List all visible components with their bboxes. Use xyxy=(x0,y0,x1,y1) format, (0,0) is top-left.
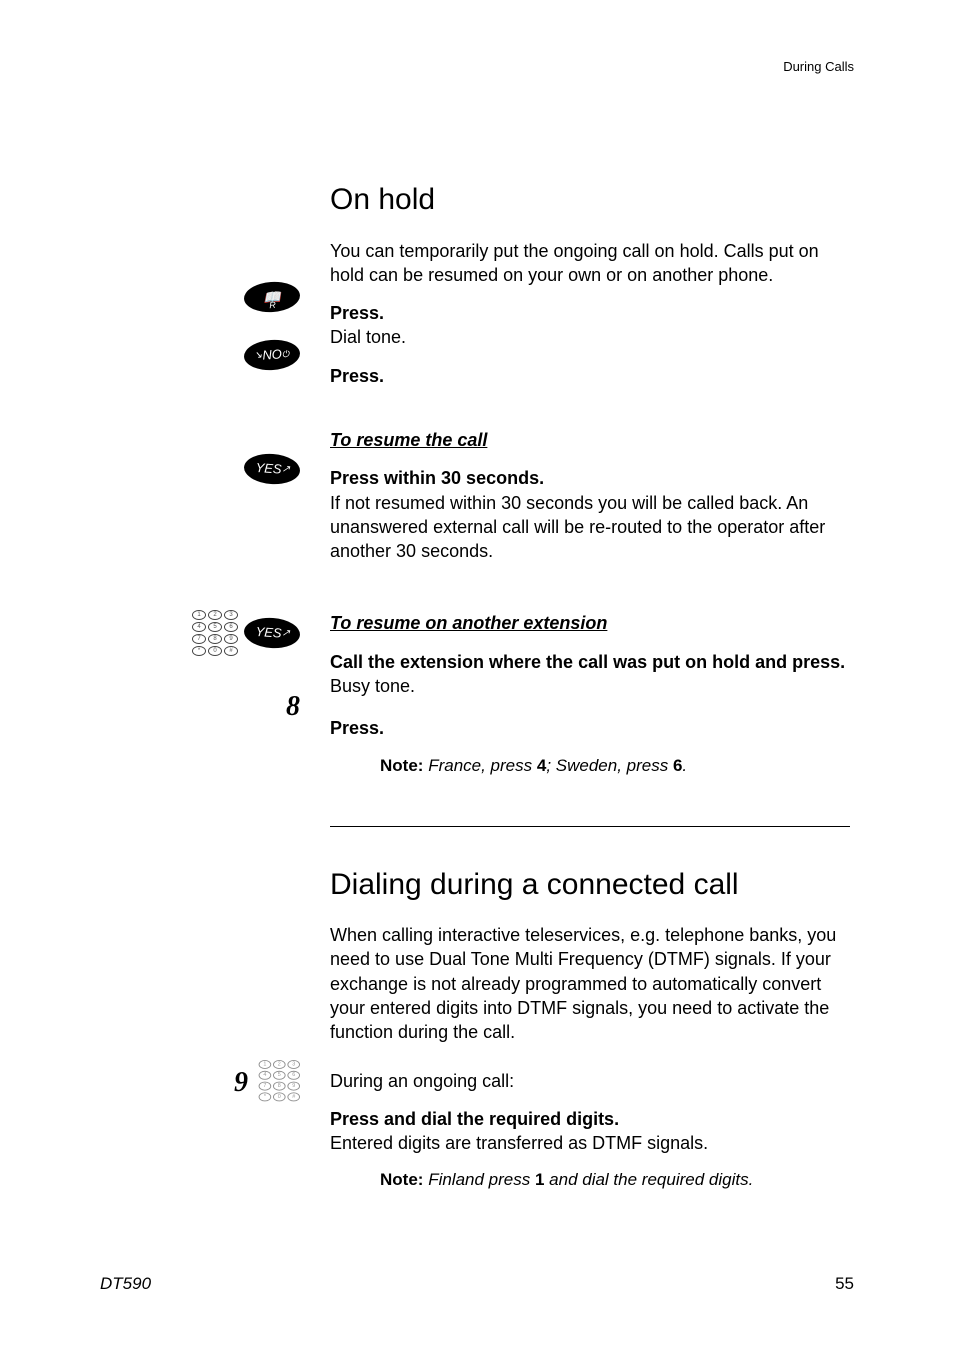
note-dialing: Note: Finland press 1 and dial the requi… xyxy=(380,1169,850,1192)
yes-button-icon: YES↗ xyxy=(100,454,300,484)
keypad-icon: 123 456 789 *0# xyxy=(259,1060,300,1101)
section-divider xyxy=(330,826,850,827)
resume-other-step1-text: Busy tone. xyxy=(330,674,850,698)
resume-text: If not resumed within 30 seconds you wil… xyxy=(330,491,850,564)
digit-8-icon: 8 xyxy=(100,688,300,726)
header-section: During Calls xyxy=(783,58,854,76)
main-content: On hold You can temporarily put the ongo… xyxy=(330,180,850,1192)
resume-other-step1-bold: Call the extension where the call was pu… xyxy=(330,650,850,674)
on-hold-intro: You can temporarily put the ongoing call… xyxy=(330,239,850,288)
note-resume-other: Note: France, press 4; Sweden, press 6. xyxy=(380,755,850,778)
r-button-icon: 📖R xyxy=(100,282,300,312)
dialing-during: During an ongoing call: xyxy=(330,1069,850,1093)
dialing-text: Entered digits are transferred as DTMF s… xyxy=(330,1131,850,1155)
subhead-resume-call: To resume the call xyxy=(330,428,850,452)
keypad-yes-icon: 123 456 789 *0# YES↗ xyxy=(100,610,300,656)
no-button-icon: ↘NO⏻ xyxy=(100,340,300,370)
digit-9-keypad-icon: 9 123 456 789 *0# xyxy=(100,1060,300,1106)
resume-bold: Press within 30 seconds. xyxy=(330,466,850,490)
footer-model: DT590 xyxy=(100,1273,151,1296)
keypad-icon: 123 456 789 *0# xyxy=(192,610,238,656)
resume-other-step2-bold: Press. xyxy=(330,716,850,740)
step-press-2: Press. xyxy=(330,364,850,388)
step-press-1-text: Dial tone. xyxy=(330,325,850,349)
yes-button-icon: YES↗ xyxy=(243,616,301,650)
subhead-resume-other: To resume on another extension xyxy=(330,611,850,635)
dialing-intro: When calling interactive teleservices, e… xyxy=(330,923,850,1044)
heading-on-hold: On hold xyxy=(330,180,850,221)
dialing-bold: Press and dial the required digits. xyxy=(330,1107,850,1131)
step-press-1: Press. xyxy=(330,301,850,325)
heading-dialing: Dialing during a connected call xyxy=(330,865,850,906)
footer-page: 55 xyxy=(835,1273,854,1296)
